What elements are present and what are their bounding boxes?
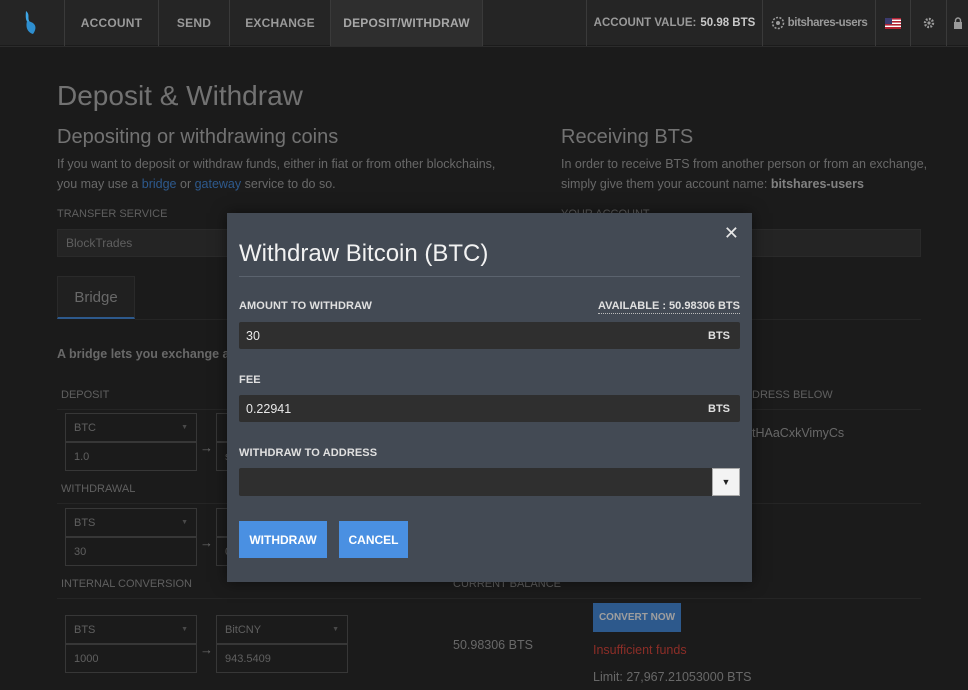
address-label: WITHDRAW TO ADDRESS (239, 447, 378, 459)
tab-account[interactable]: ACCOUNT (65, 0, 159, 46)
account-value-amount: 50.98 BTS (700, 17, 756, 29)
fee-unit: BTS (708, 402, 730, 415)
chevron-down-icon[interactable]: ▼ (712, 468, 740, 496)
fee-label: FEE (239, 374, 261, 386)
us-flag-icon (885, 17, 901, 29)
tab-send[interactable]: SEND (159, 0, 230, 46)
amount-value: 30 (246, 328, 260, 343)
tab-exchange[interactable]: EXCHANGE (230, 0, 331, 46)
fee-value: 0.22941 (246, 401, 292, 416)
bitshares-logo-icon (25, 11, 36, 34)
lock-button[interactable] (946, 0, 968, 46)
logo[interactable] (0, 0, 65, 46)
withdraw-modal: ✕ Withdraw Bitcoin (BTC) AMOUNT TO WITHD… (227, 213, 752, 582)
amount-input[interactable]: 30 BTS (239, 322, 740, 349)
language-selector[interactable] (875, 0, 910, 46)
gear-icon (923, 17, 934, 29)
top-nav: ACCOUNT SEND EXCHANGE DEPOSIT/WITHDRAW A… (0, 0, 968, 46)
settings-button[interactable] (910, 0, 946, 46)
amount-unit: BTS (708, 329, 730, 342)
available-balance[interactable]: AVAILABLE : 50.98306 BTS (597, 300, 740, 314)
close-icon[interactable]: ✕ (724, 223, 739, 244)
amount-label: AMOUNT TO WITHDRAW (239, 300, 372, 312)
account-menu[interactable]: bitshares-users (762, 0, 875, 46)
lock-icon (954, 17, 962, 29)
cancel-button[interactable]: CANCEL (339, 521, 408, 558)
account-value-label: ACCOUNT VALUE: (593, 17, 697, 29)
tab-deposit-withdraw[interactable]: DEPOSIT/WITHDRAW (331, 0, 483, 46)
modal-divider (239, 276, 740, 277)
modal-title: Withdraw Bitcoin (BTC) (239, 240, 489, 267)
account-value: ACCOUNT VALUE: 50.98 BTS (586, 0, 762, 46)
account-name: bitshares-users (787, 17, 868, 29)
withdraw-button[interactable]: WITHDRAW (239, 521, 327, 558)
fee-field: 0.22941 BTS (239, 395, 740, 422)
withdraw-address-select[interactable]: ▼ (239, 468, 740, 496)
account-users-icon (771, 16, 784, 30)
